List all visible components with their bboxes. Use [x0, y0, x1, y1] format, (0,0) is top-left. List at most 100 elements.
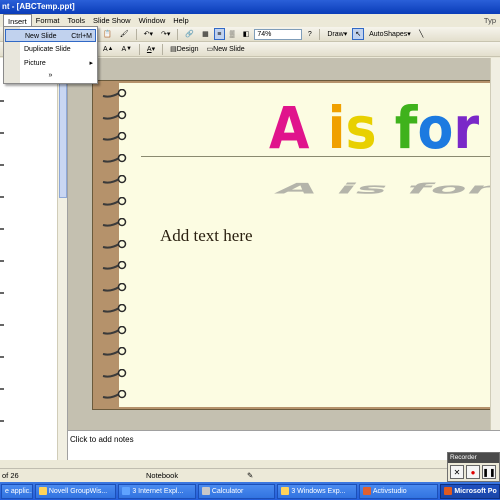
undo-icon[interactable]: ↶▾ [141, 28, 156, 40]
slide-outline-pane[interactable] [0, 58, 68, 460]
table-icon[interactable]: ▦ [199, 28, 212, 40]
slide-vertical-scrollbar[interactable] [490, 58, 500, 430]
taskbar: e applic... Novell GroupWis... 3 Interne… [0, 482, 500, 500]
title-letter: A [269, 94, 310, 162]
design-button[interactable]: ▤ Design [167, 43, 201, 55]
groupwise-icon [38, 487, 47, 495]
task-label: e applic... [5, 487, 33, 495]
taskbar-item[interactable]: e applic... [1, 483, 33, 499]
taskbar-item[interactable]: Novell GroupWis... [34, 483, 117, 499]
spiral-ring [101, 174, 127, 185]
pause-icon[interactable]: ❚❚ [482, 465, 496, 479]
menu-new-slide[interactable]: New Slide Ctrl+M [5, 29, 96, 42]
design-name: Notebook [146, 471, 179, 480]
help-icon[interactable]: ? [304, 28, 315, 40]
calculator-icon [201, 487, 210, 495]
outline-scrollbar[interactable] [57, 58, 67, 460]
taskbar-item[interactable]: Activstudio [358, 483, 439, 499]
taskbar-item[interactable]: 3 Windows Exp... [277, 483, 357, 499]
record-icon[interactable]: ● [466, 465, 480, 479]
menu-duplicate-slide[interactable]: Duplicate Slide [24, 43, 93, 56]
window-title: nt - [ABCTemp.ppt] [0, 0, 500, 14]
grid-icon[interactable]: ▒ [227, 28, 238, 40]
spiral-ring [101, 346, 127, 357]
taskbar-item-active[interactable]: Microsoft Po [440, 483, 500, 499]
insert-menu-dropdown: New Slide Ctrl+M Duplicate Slide Picture… [3, 26, 98, 84]
slide-title-wordart[interactable]: A is for [269, 93, 479, 163]
increase-font-icon[interactable]: A ▲ [100, 43, 116, 55]
paste-icon[interactable]: 📋 [100, 28, 115, 40]
outline-marker [0, 324, 4, 326]
slide-count: of 26 [2, 471, 19, 480]
outline-scroll-thumb[interactable] [59, 78, 67, 198]
task-label: 3 Internet Expl... [132, 487, 184, 495]
draw-menu-button[interactable]: Draw ▾ [324, 28, 350, 40]
color-grayscale-icon[interactable]: ◧ [240, 28, 253, 40]
taskbar-item[interactable]: 3 Internet Expl... [118, 483, 196, 499]
autoshapes-button[interactable]: AutoShapes ▾ [366, 28, 414, 40]
format-painter-icon[interactable]: 🖌 [117, 28, 132, 40]
new-slide-shortcut: Ctrl+M [71, 33, 92, 40]
menu-help[interactable]: Help [169, 14, 192, 27]
outline-marker [0, 100, 4, 102]
font-color-icon[interactable]: A ▾ [144, 43, 158, 55]
separator [319, 28, 321, 40]
decrease-font-icon[interactable]: A ▼ [118, 43, 134, 55]
hyperlink-icon[interactable]: 🔗 [182, 28, 197, 40]
menu-picture[interactable]: Picture ▸ [24, 57, 93, 70]
title-letter: o [417, 94, 454, 162]
outline-marker [0, 356, 4, 358]
expand-all-icon[interactable]: ≡ [213, 28, 225, 40]
recorder-widget: Recorder ✕ ● ❚❚ [447, 452, 500, 482]
task-label: Activstudio [372, 487, 407, 495]
spiral-ring [101, 196, 127, 207]
separator [177, 28, 179, 40]
folder-icon [281, 487, 290, 495]
line-icon[interactable]: ╲ [416, 28, 427, 40]
help-question-box[interactable]: Typ [484, 16, 500, 25]
new-slide-menu-label: New Slide [25, 33, 57, 40]
task-label: Calculator [211, 487, 244, 495]
spiral-ring [101, 389, 127, 400]
slide-edit-area: A is for A is for Add text here [68, 58, 500, 430]
spiral-ring [101, 282, 127, 293]
spiral-ring [101, 260, 127, 271]
title-letter: f [394, 94, 418, 162]
outline-marker [0, 228, 4, 230]
duplicate-slide-label: Duplicate Slide [24, 46, 71, 53]
spiral-ring [101, 239, 127, 250]
menu-window[interactable]: Window [135, 14, 170, 27]
redo-icon[interactable]: ↷▾ [158, 28, 173, 40]
title-letter: i [327, 94, 346, 162]
taskbar-item[interactable]: Calculator [197, 483, 276, 499]
picture-label: Picture [24, 60, 46, 67]
new-slide-label: New Slide [213, 45, 245, 53]
notebook-paper: A is for A is for Add text here [119, 83, 500, 407]
outline-marker [0, 292, 4, 294]
spiral-ring [101, 153, 127, 164]
zoom-select[interactable]: 74% [254, 28, 303, 40]
spiral-ring [101, 325, 127, 336]
spiral-ring [101, 131, 127, 142]
task-label: Novell GroupWis... [48, 487, 108, 495]
spiral-ring [101, 217, 127, 228]
outline-marker [0, 260, 4, 262]
outline-marker [0, 132, 4, 134]
expand-menu-chevron-icon[interactable]: » [4, 72, 97, 79]
activstudio-icon [362, 487, 371, 495]
slide-canvas[interactable]: A is for A is for Add text here [92, 80, 500, 410]
spiral-ring [101, 88, 127, 99]
title-shadow: A is for [271, 180, 500, 197]
select-objects-icon[interactable]: ↖ [352, 28, 365, 40]
notes-placeholder: Click to add notes [70, 435, 134, 444]
spelling-status-icon: ✎ [247, 471, 254, 480]
notes-pane[interactable]: Click to add notes [68, 430, 500, 460]
close-icon[interactable]: ✕ [450, 465, 464, 479]
spiral-ring [101, 110, 127, 121]
separator [162, 43, 164, 55]
title-letter: s [345, 94, 377, 162]
new-slide-button[interactable]: ▭ New Slide [204, 43, 248, 55]
body-text-placeholder[interactable]: Add text here [160, 226, 253, 246]
task-label: 3 Windows Exp... [291, 487, 346, 495]
internet-explorer-icon [122, 487, 131, 495]
